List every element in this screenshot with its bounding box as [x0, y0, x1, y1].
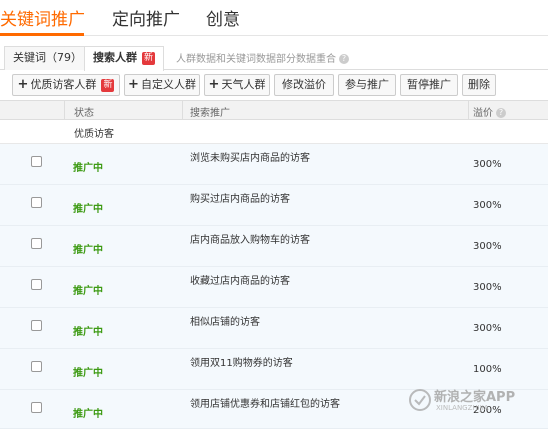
delete-button[interactable]: 删除 [462, 74, 496, 96]
help-icon[interactable]: ? [496, 108, 506, 118]
group-label: 优质访客 [74, 129, 114, 140]
table-row[interactable]: 推广中 店内商品放入购物车的访客 300% [0, 226, 548, 267]
column-divider [64, 101, 65, 120]
tab-creative[interactable]: 创意 [206, 5, 240, 30]
row-checkbox[interactable] [31, 402, 42, 413]
note-text: 人群数据和关键词数据部分数据重合 [176, 54, 336, 65]
status-text: 推广中 [73, 409, 103, 420]
table-row[interactable]: 推广中 收藏过店内商品的访客 300% [0, 267, 548, 308]
plus-icon: + [208, 77, 220, 92]
status-text: 推广中 [73, 286, 103, 297]
subtab-keywords-label: 关键词（79） [13, 51, 82, 64]
header-bid[interactable]: 溢价? [473, 104, 506, 119]
subtab-search-audience[interactable]: 搜索人群新 [84, 46, 165, 71]
column-divider [468, 101, 469, 120]
button-label: 自定义人群 [140, 78, 196, 91]
bid-value[interactable]: 100% [473, 364, 502, 375]
top-tabs: 关键词推广 定向推广 创意 [0, 0, 548, 36]
column-divider [182, 101, 183, 120]
add-weather-audience-button[interactable]: + 天气人群 [204, 74, 270, 96]
row-checkbox[interactable] [31, 320, 42, 331]
status-text: 推广中 [73, 368, 103, 379]
table-row[interactable]: 推广中 购买过店内商品的访客 300% [0, 185, 548, 226]
plus-icon: + [128, 77, 139, 92]
bid-value[interactable]: 300% [473, 323, 502, 334]
audience-name: 领用双11购物券的访客 [190, 358, 293, 369]
header-status: 状态 [74, 108, 94, 119]
status-text: 推广中 [73, 245, 103, 256]
help-icon[interactable]: ? [339, 54, 349, 64]
tab-keyword-promotion[interactable]: 关键词推广 [0, 5, 85, 30]
bid-value[interactable]: 300% [473, 282, 502, 293]
table-header: 状态 搜索推广 溢价? [0, 100, 548, 120]
group-row: 优质访客 [0, 120, 548, 144]
audience-name: 浏览未购买店内商品的访客 [190, 153, 310, 164]
table-row[interactable]: 推广中 相似店铺的访客 300% [0, 308, 548, 349]
audience-name: 相似店铺的访客 [190, 317, 260, 328]
pause-promotion-button[interactable]: 暂停推广 [400, 74, 458, 96]
audience-name: 收藏过店内商品的访客 [190, 276, 290, 287]
audience-name: 领用店铺优惠券和店铺红包的访客 [190, 399, 340, 410]
audience-name: 店内商品放入购物车的访客 [190, 235, 310, 246]
bid-value[interactable]: 300% [473, 200, 502, 211]
bid-value[interactable]: 300% [473, 241, 502, 252]
add-quality-visitors-button[interactable]: + 优质访客人群新 [12, 74, 120, 96]
watermark-logo: 新浪之家APP XINLANGZHIJIA [406, 384, 546, 424]
button-label: 优质访客人群 [30, 78, 97, 91]
header-audience: 搜索推广 [190, 108, 230, 119]
active-tab-underline [0, 33, 84, 36]
toolbar: + 优质访客人群新 + 自定义人群 + 天气人群 修改溢价 参与推广 暂停推广 删除 [0, 74, 548, 98]
row-checkbox[interactable] [31, 238, 42, 249]
status-text: 推广中 [73, 327, 103, 338]
status-text: 推广中 [73, 163, 103, 174]
watermark-subtext: XINLANGZHIJIA [436, 404, 489, 412]
table-row[interactable]: 推广中 浏览未购买店内商品的访客 300% [0, 144, 548, 185]
tab-targeted-promotion[interactable]: 定向推广 [112, 5, 180, 30]
row-checkbox[interactable] [31, 279, 42, 290]
row-checkbox[interactable] [31, 197, 42, 208]
watermark-icon [409, 389, 431, 411]
bid-value[interactable]: 300% [473, 159, 502, 170]
new-badge: 新 [142, 51, 156, 65]
status-text: 推广中 [73, 204, 103, 215]
row-checkbox[interactable] [31, 156, 42, 167]
add-custom-audience-button[interactable]: + 自定义人群 [124, 74, 200, 96]
row-checkbox[interactable] [31, 361, 42, 372]
edit-bid-button[interactable]: 修改溢价 [274, 74, 334, 96]
button-label: 天气人群 [221, 78, 266, 91]
subtab-search-audience-label: 搜索人群 [93, 51, 137, 64]
audience-name: 购买过店内商品的访客 [190, 194, 290, 205]
plus-icon: + [17, 77, 29, 92]
new-badge: 新 [101, 78, 115, 92]
audience-data-note: 人群数据和关键词数据部分数据重合? [176, 50, 349, 65]
audience-table: 状态 搜索推广 溢价? 优质访客 推广中 浏览未购买店内商品的访客 300% 推… [0, 100, 548, 429]
header-bid-label: 溢价 [473, 108, 493, 119]
join-promotion-button[interactable]: 参与推广 [338, 74, 396, 96]
watermark-text: 新浪之家APP [434, 390, 516, 405]
subtab-keywords[interactable]: 关键词（79） [4, 46, 91, 70]
